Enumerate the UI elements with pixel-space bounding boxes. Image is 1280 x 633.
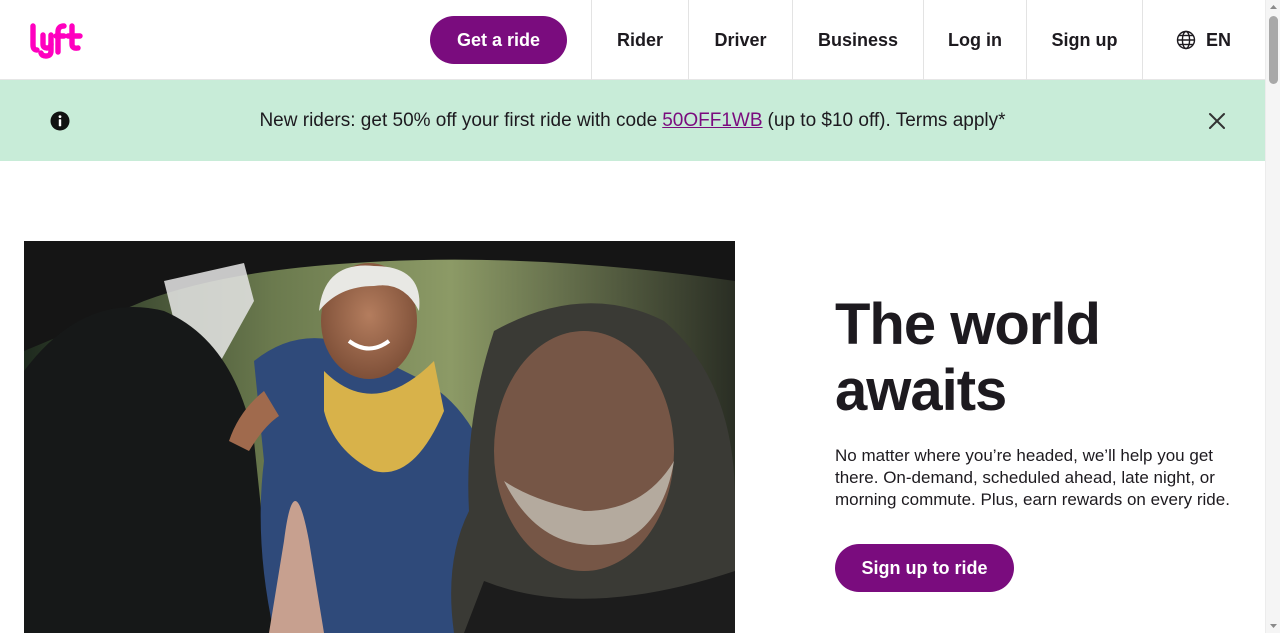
nav-log-in[interactable]: Log in [923,0,1026,80]
main-nav: Rider Driver Business Log in Sign up EN [591,0,1264,80]
sign-up-to-ride-button[interactable]: Sign up to ride [835,544,1014,592]
close-icon [1205,113,1229,137]
scrollbar-thumb[interactable] [1269,16,1278,84]
nav-sign-up[interactable]: Sign up [1026,0,1142,80]
promo-code-link[interactable]: 50OFF1WB [662,110,762,132]
scroll-down-icon[interactable] [1266,619,1280,633]
nav-rider[interactable]: Rider [591,0,688,80]
close-banner-button[interactable] [1205,109,1229,133]
page: Get a ride Rider Driver Business Log in … [0,0,1265,633]
get-a-ride-button[interactable]: Get a ride [430,16,567,64]
hero-description: No matter where you’re headed, we’ll hel… [835,446,1230,509]
language-label: EN [1205,29,1231,50]
info-icon [50,111,70,131]
nav-business[interactable]: Business [792,0,923,80]
vertical-scrollbar[interactable] [1265,0,1280,633]
hero-title-line1: The world [835,292,1101,357]
promo-text: New riders: get 50% off your first ride … [0,80,1265,161]
promo-text-before: New riders: get 50% off your first ride … [259,109,658,131]
hero-title: The world awaits [835,292,1215,424]
globe-icon [1176,30,1196,50]
scroll-up-icon[interactable] [1266,0,1280,14]
language-selector[interactable]: EN [1142,0,1264,80]
lyft-logo[interactable] [29,20,85,60]
hero-title-line2: awaits [835,358,1007,423]
hero-image [24,241,735,633]
promo-text-after: (up to $10 off). Terms apply* [767,109,1006,131]
nav-driver[interactable]: Driver [688,0,792,80]
top-nav: Get a ride Rider Driver Business Log in … [0,0,1265,80]
promo-banner: New riders: get 50% off your first ride … [0,80,1265,161]
